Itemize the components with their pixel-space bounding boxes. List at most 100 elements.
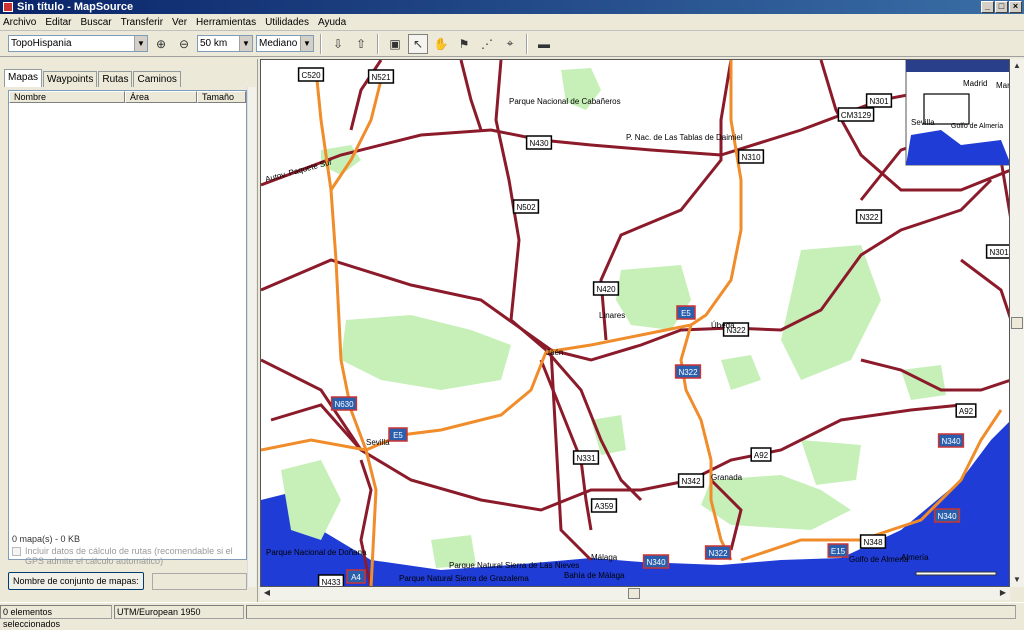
road-shield: N301 xyxy=(985,244,1009,259)
road-shield-label: N630 xyxy=(334,400,354,409)
map-vertical-scrollbar[interactable]: ▲ ▼ xyxy=(1010,59,1024,587)
menu-ayuda[interactable]: Ayuda xyxy=(318,17,346,28)
routing-data-checkbox[interactable] xyxy=(12,547,21,556)
road-shield-label: N322 xyxy=(678,368,698,377)
place-label-bahia: Bahía de Málaga xyxy=(564,571,625,580)
zoom-value: 50 km xyxy=(200,38,228,49)
column-nombre[interactable]: Nombre xyxy=(9,91,125,103)
place-label-grazalema: Parque Natural Sierra de Grazalema xyxy=(399,574,529,583)
road-shield: N433 xyxy=(317,574,345,587)
toolbar-separator xyxy=(526,33,528,54)
column-area[interactable]: Área xyxy=(125,91,197,103)
road-shield: N340 xyxy=(937,433,965,448)
waypoint-tool-icon[interactable]: ⚑ xyxy=(454,34,474,54)
horizontal-scroll-thumb[interactable] xyxy=(628,588,640,599)
road-shield-label: N322 xyxy=(859,213,879,222)
road-shield: CM3129 xyxy=(837,107,875,122)
road-shield: C520 xyxy=(297,67,325,82)
set-name-input[interactable] xyxy=(152,573,247,590)
menu-editar[interactable]: Editar xyxy=(45,17,71,28)
zoom-in-icon[interactable]: ⊕ xyxy=(151,34,171,54)
place-label-cabaneros: Parque Nacional de Cabañeros xyxy=(509,97,621,106)
product-select[interactable]: TopoHispania ▼ xyxy=(8,35,148,52)
selection-status: 0 elementos seleccionados xyxy=(0,604,112,629)
place-label-daimiel: P. Nac. de Las Tablas de Daimiel xyxy=(626,133,743,142)
maximize-button[interactable]: □ xyxy=(995,1,1008,13)
place-label-sevilla: Sevilla xyxy=(366,438,390,447)
menu-utilidades[interactable]: Utilidades xyxy=(265,17,309,28)
chevron-down-icon: ▼ xyxy=(239,36,252,51)
tab-rutas[interactable]: Rutas xyxy=(98,71,133,87)
scroll-left-icon[interactable]: ◀ xyxy=(261,587,273,599)
road-shield: N322 xyxy=(674,364,702,379)
measure-tool-icon[interactable]: ⌖ xyxy=(500,34,520,54)
road-shield-label: N433 xyxy=(321,578,341,587)
routing-data-option: Incluir datos de cálculo de rutas (recom… xyxy=(12,546,252,566)
place-label-linares: Linares xyxy=(599,311,625,320)
road-shield-label: A92 xyxy=(959,407,974,416)
road-shield-label: A92 xyxy=(754,451,769,460)
menu-buscar[interactable]: Buscar xyxy=(80,17,111,28)
toolbar-separator xyxy=(377,33,379,54)
map-canvas[interactable]: Madrid Mar Sevilla Golfo de Almería C520… xyxy=(261,60,1010,587)
road-shield-label: A4 xyxy=(351,573,361,582)
scroll-right-icon[interactable]: ▶ xyxy=(997,587,1009,599)
maps-list[interactable]: Nombre Área Tamaño xyxy=(8,90,247,560)
overview-label-golfo: Golfo de Almería xyxy=(951,123,1003,130)
overview-label-madrid: Madrid xyxy=(963,79,987,88)
distance-tool-icon[interactable]: ▬ xyxy=(534,34,554,54)
road-shield: E15 xyxy=(827,543,849,558)
menu-ver[interactable]: Ver xyxy=(172,17,187,28)
receive-from-device-icon[interactable]: ⇩ xyxy=(328,34,348,54)
tab-waypoints[interactable]: Waypoints xyxy=(43,71,98,87)
road-shield: N502 xyxy=(512,199,540,214)
road-shield-label: CM3129 xyxy=(841,111,872,120)
hand-tool-icon[interactable]: ✋ xyxy=(431,34,451,54)
menu-archivo[interactable]: Archivo xyxy=(3,17,36,28)
route-tool-icon[interactable]: ⋰ xyxy=(477,34,497,54)
title-bar: Sin título - MapSource _ □ × xyxy=(0,0,1024,14)
overview-label-mar: Mar xyxy=(996,81,1010,90)
road-shield-label: N331 xyxy=(576,454,596,463)
road-shield: N301 xyxy=(865,93,893,108)
road-shield-label: N340 xyxy=(941,437,961,446)
scroll-down-icon[interactable]: ▼ xyxy=(1011,574,1023,586)
map-horizontal-scrollbar[interactable]: ◀ ▶ xyxy=(260,587,1010,600)
map-tool-icon[interactable]: ▣ xyxy=(385,34,405,54)
road-shield-label: N301 xyxy=(989,248,1009,257)
scroll-up-icon[interactable]: ▲ xyxy=(1011,60,1023,72)
map-count-label: 0 mapa(s) - 0 KB xyxy=(12,534,81,544)
window-title: Sin título - MapSource xyxy=(17,1,134,13)
app-icon xyxy=(3,2,13,12)
left-panel-scrollbar[interactable] xyxy=(247,87,256,587)
road-shield: E5 xyxy=(388,427,408,442)
detail-select[interactable]: Mediano ▼ xyxy=(256,35,314,52)
status-bar: 0 elementos seleccionados UTM/European 1… xyxy=(0,602,1024,629)
map-view[interactable]: Madrid Mar Sevilla Golfo de Almería C520… xyxy=(260,59,1010,587)
product-value: TopoHispania xyxy=(11,38,72,49)
overview-label-sevilla: Sevilla xyxy=(911,118,935,127)
zoom-select[interactable]: 50 km ▼ xyxy=(197,35,253,52)
road-shield-label: N502 xyxy=(516,203,536,212)
road-shield: N521 xyxy=(367,69,395,84)
tab-caminos[interactable]: Caminos xyxy=(133,71,181,87)
road-shield-label: N348 xyxy=(863,538,883,547)
menu-herramientas[interactable]: Herramientas xyxy=(196,17,256,28)
place-label-autov: Autov. Paquete Sur xyxy=(264,157,333,184)
column-tamano[interactable]: Tamaño xyxy=(197,91,246,103)
menu-transferir[interactable]: Transferir xyxy=(121,17,163,28)
tab-mapas[interactable]: Mapas xyxy=(4,69,43,87)
road-shield: N322 xyxy=(704,545,732,560)
toolbar: TopoHispania ▼ ⊕ ⊖ 50 km ▼ Mediano ▼ ⇩ ⇧… xyxy=(0,31,1024,57)
send-to-device-icon[interactable]: ⇧ xyxy=(351,34,371,54)
left-panel: Mapas Waypoints Rutas Caminos Nombre Áre… xyxy=(0,59,258,602)
overview-map[interactable]: Madrid Mar Sevilla Golfo de Almería xyxy=(905,60,1010,166)
road-shield: A92 xyxy=(955,403,977,418)
place-label-malaga: Málaga xyxy=(591,553,618,562)
vertical-scroll-thumb[interactable] xyxy=(1011,317,1023,329)
zoom-out-icon[interactable]: ⊖ xyxy=(174,34,194,54)
select-tool-icon[interactable]: ↖ xyxy=(408,33,428,54)
minimize-button[interactable]: _ xyxy=(981,1,994,13)
set-name-button[interactable]: Nombre de conjunto de mapas: xyxy=(8,572,144,590)
close-button[interactable]: × xyxy=(1009,1,1022,13)
